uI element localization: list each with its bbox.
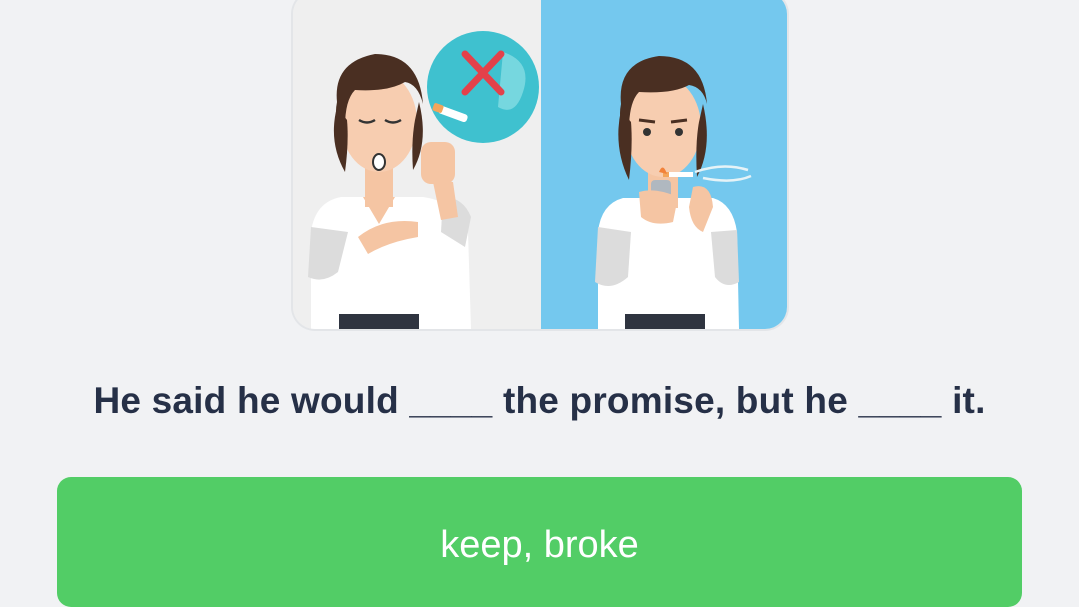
answer-option-label: keep, broke: [440, 524, 639, 566]
no-smoking-badge: [427, 31, 539, 143]
quiz-illustration: [293, 0, 787, 329]
question-sentence: He said he would ____ the promise, but h…: [93, 380, 986, 421]
answer-option-button[interactable]: keep, broke: [57, 477, 1022, 607]
